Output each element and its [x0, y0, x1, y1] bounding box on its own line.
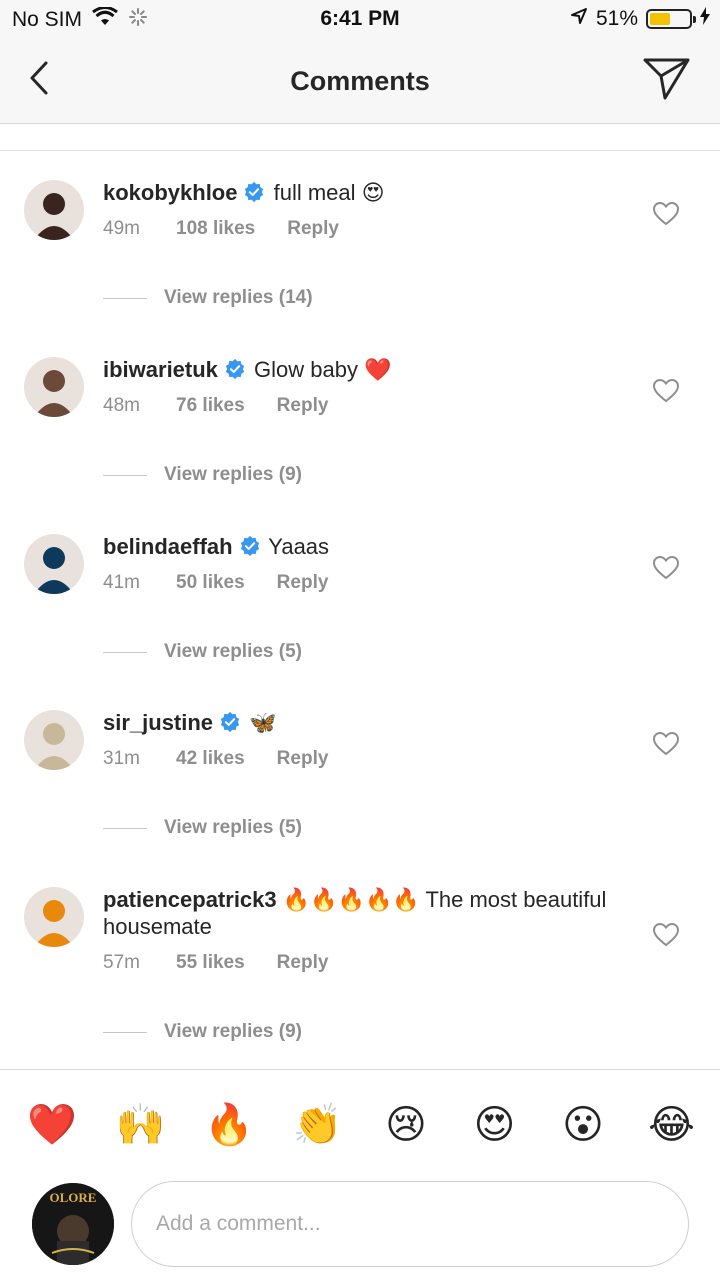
status-right: 51%: [570, 7, 710, 31]
replies-rule: [103, 1031, 147, 1033]
comment-body: ibiwarietuk Glow baby ❤️ 48m 76 likes Reply: [103, 356, 623, 417]
verified-badge-icon: [239, 535, 261, 557]
battery-icon: [646, 9, 696, 29]
avatar[interactable]: [24, 357, 84, 417]
view-replies-label: View replies (9): [164, 464, 302, 485]
reply-button[interactable]: Reply: [287, 218, 339, 240]
comment-username[interactable]: ibiwarietuk: [103, 357, 218, 382]
status-bar: No SIM 6:41 PM 51%: [0, 0, 720, 40]
reply-button[interactable]: Reply: [277, 952, 329, 974]
comment-body: sir_justine 🦋 31m 42 likes Reply: [103, 709, 623, 770]
comment-text-line: patiencepatrick3 🔥🔥🔥🔥🔥 The most beautifu…: [103, 886, 623, 940]
like-heart-icon[interactable]: [652, 922, 680, 947]
replies-rule: [103, 297, 147, 299]
page-title: Comments: [290, 66, 430, 96]
view-replies-button[interactable]: View replies (5): [103, 817, 302, 839]
view-replies-button[interactable]: View replies (5): [103, 641, 302, 663]
comment-time: 31m: [103, 748, 140, 769]
comment-body: patiencepatrick3 🔥🔥🔥🔥🔥 The most beautifu…: [103, 886, 623, 974]
charging-bolt-icon: [700, 7, 710, 31]
view-replies-button[interactable]: View replies (14): [103, 287, 313, 309]
comment-text: Yaaas: [268, 534, 330, 559]
divider: [0, 150, 720, 151]
avatar[interactable]: [24, 180, 84, 240]
reply-button[interactable]: Reply: [277, 572, 329, 594]
comment-username[interactable]: belindaeffah: [103, 534, 233, 559]
verified-badge-icon: [224, 358, 246, 380]
comment-username[interactable]: patiencepatrick3: [103, 887, 277, 912]
location-arrow-icon: [570, 7, 588, 31]
laughing-emoji-icon[interactable]: 😂: [647, 1100, 697, 1150]
comment-meta: 48m 76 likes Reply: [103, 395, 623, 417]
raised-hands-emoji-icon[interactable]: 🙌: [116, 1100, 166, 1150]
avatar-text: OLORE: [50, 1190, 97, 1205]
verified-badge-icon: [219, 711, 241, 733]
view-replies-button[interactable]: View replies (9): [103, 1021, 302, 1043]
comment-body: kokobykhloe full meal 😍 49m 108 likes Reply: [103, 179, 623, 240]
comment-text-line: belindaeffah Yaaas: [103, 533, 623, 560]
comment-time: 49m: [103, 218, 140, 239]
avatar[interactable]: [24, 534, 84, 594]
replies-rule: [103, 827, 147, 829]
comment-body: belindaeffah Yaaas 41m 50 likes Reply: [103, 533, 623, 594]
comment-username[interactable]: kokobykhloe: [103, 180, 237, 205]
comment-text: Glow baby ❤️: [254, 357, 392, 382]
view-replies-label: View replies (14): [164, 287, 313, 308]
share-button[interactable]: [642, 56, 692, 102]
emoji-bar: ❤️ 🙌 🔥 👏 😢 😍 😮 😂: [0, 1069, 720, 1179]
surprised-emoji-icon[interactable]: 😮: [558, 1100, 608, 1150]
comment-input[interactable]: [131, 1181, 689, 1267]
comment-likes[interactable]: 108 likes: [176, 218, 255, 240]
view-replies-label: View replies (5): [164, 817, 302, 838]
replies-rule: [103, 651, 147, 653]
battery-percent: 51%: [595, 7, 638, 30]
like-heart-icon[interactable]: [652, 201, 680, 226]
view-replies-button[interactable]: View replies (9): [103, 464, 302, 486]
comment-meta: 31m 42 likes Reply: [103, 748, 623, 770]
header-bar: Comments: [0, 40, 720, 124]
comment-meta: 57m 55 likes Reply: [103, 952, 623, 974]
fire-emoji-icon[interactable]: 🔥: [204, 1100, 254, 1150]
comment-likes[interactable]: 55 likes: [176, 952, 245, 974]
comment-likes[interactable]: 50 likes: [176, 572, 245, 594]
my-avatar: OLORE: [32, 1183, 114, 1265]
paper-plane-icon: [643, 58, 690, 100]
avatar[interactable]: [24, 887, 84, 947]
avatar[interactable]: [24, 710, 84, 770]
comment-time: 48m: [103, 395, 140, 416]
reply-button[interactable]: Reply: [277, 748, 329, 770]
comment-text-line: kokobykhloe full meal 😍: [103, 179, 623, 206]
comment-likes[interactable]: 76 likes: [176, 395, 245, 417]
heart-emoji-icon[interactable]: ❤️: [27, 1100, 77, 1150]
crying-emoji-icon[interactable]: 😢: [381, 1100, 431, 1150]
verified-badge-icon: [243, 181, 265, 203]
battery-level: [650, 13, 670, 25]
reply-button[interactable]: Reply: [277, 395, 329, 417]
comment-username[interactable]: sir_justine: [103, 710, 213, 735]
comment-time: 41m: [103, 572, 140, 593]
clap-emoji-icon[interactable]: 👏: [293, 1100, 343, 1150]
heart-eyes-emoji-icon[interactable]: 😍: [470, 1100, 520, 1150]
comment-time: 57m: [103, 952, 140, 973]
like-heart-icon[interactable]: [652, 555, 680, 580]
view-replies-label: View replies (9): [164, 1021, 302, 1042]
comment-meta: 41m 50 likes Reply: [103, 572, 623, 594]
comment-text-line: ibiwarietuk Glow baby ❤️: [103, 356, 623, 383]
comment-text: 🦋: [249, 710, 277, 735]
comment-likes[interactable]: 42 likes: [176, 748, 245, 770]
comment-text: full meal 😍: [273, 180, 385, 205]
view-replies-label: View replies (5): [164, 641, 302, 662]
comment-text-line: sir_justine 🦋: [103, 709, 623, 736]
like-heart-icon[interactable]: [652, 731, 680, 756]
comment-meta: 49m 108 likes Reply: [103, 218, 623, 240]
like-heart-icon[interactable]: [652, 378, 680, 403]
replies-rule: [103, 474, 147, 476]
